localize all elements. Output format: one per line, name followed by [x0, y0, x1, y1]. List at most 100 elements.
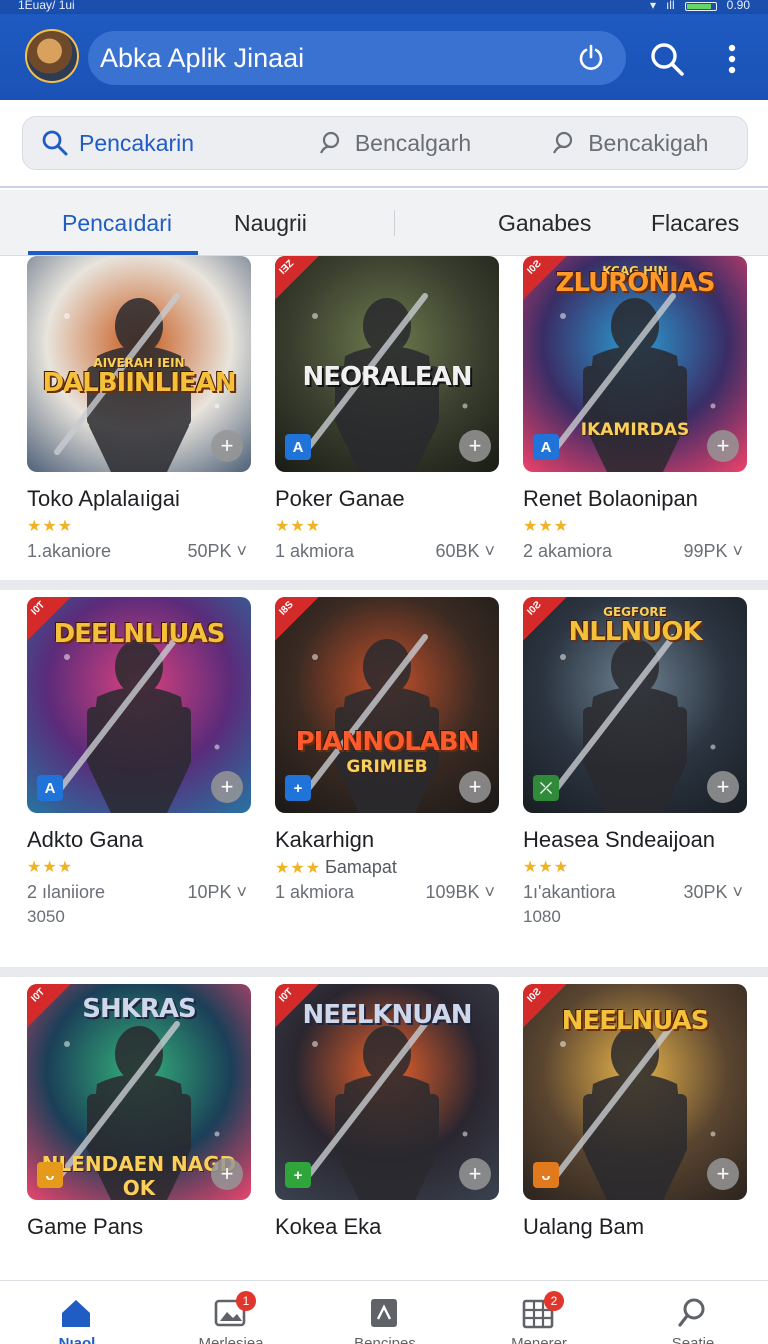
- avatar[interactable]: [25, 29, 79, 83]
- game-thumbnail[interactable]: I0Ƭ NEELKNUAN + +: [275, 984, 499, 1200]
- nav-label: Nıaol: [58, 1335, 96, 1344]
- rating-stars: ★★★: [27, 857, 73, 877]
- status-icons: ▾ ıll 0.90: [650, 0, 750, 12]
- game-size[interactable]: 60BK ˅: [435, 541, 495, 562]
- search-segment-3[interactable]: Bencakigah: [512, 117, 747, 169]
- artwork-title: NLLNUOK: [568, 617, 702, 647]
- add-icon[interactable]: +: [707, 771, 739, 803]
- game-thumbnail[interactable]: I0Ƭ SHKRAS NLENDAEN NAGD OK ᴗ +: [27, 984, 251, 1200]
- search-segment-2[interactable]: Bencalgarh: [276, 117, 511, 169]
- add-icon[interactable]: +: [459, 1158, 491, 1190]
- nav-item-image[interactable]: 1 Merlesiea: [154, 1281, 308, 1344]
- more-vert-icon[interactable]: [720, 40, 744, 78]
- nav-label: Menerer: [511, 1335, 567, 1344]
- game-size[interactable]: 50PK ˅: [187, 541, 247, 562]
- artwork-title: DEELNLIUAS: [53, 619, 226, 649]
- app-title: Abka Aplik Jinaai: [100, 43, 305, 73]
- rating-stars: ★★★: [275, 516, 321, 536]
- chevron-down-icon: ˅: [727, 882, 743, 902]
- ribbon-text: IƎZ: [277, 258, 297, 277]
- game-thumbnail[interactable]: AIVERAH IEIN DALBIINLIEAN +: [27, 256, 251, 472]
- active-tab-indicator: [28, 251, 198, 255]
- add-icon[interactable]: +: [459, 771, 491, 803]
- nav-item-search[interactable]: Seatie: [616, 1281, 768, 1344]
- bottom-navigation: Nıaol 1 Merlesiea Bencipes 2 Menerer Seatie: [0, 1280, 768, 1344]
- chevron-down-icon: ˅: [479, 541, 495, 561]
- game-thumbnail[interactable]: I0Ƨ NEELNUAS ᴗ +: [523, 984, 747, 1200]
- rating-stars: ★★★: [523, 516, 569, 536]
- rating-stars-glyphs: ★★★: [275, 860, 322, 877]
- search-segment-label: Pencakarin: [79, 129, 195, 156]
- tab-pencaidari[interactable]: Pencaıdari: [62, 190, 172, 256]
- game-size[interactable]: 10PK ˅: [187, 882, 247, 903]
- platform-badge-icon: A: [37, 775, 63, 801]
- status-bar: 1Euay/ 1ui ▾ ıll 0.90: [0, 0, 768, 14]
- add-icon[interactable]: +: [211, 430, 243, 462]
- game-title[interactable]: Ualang Bam: [523, 1214, 644, 1240]
- tab-ganabes[interactable]: Ganabes: [498, 190, 591, 256]
- rating-stars: ★★★: [523, 857, 569, 877]
- add-icon[interactable]: +: [211, 771, 243, 803]
- platform-badge-icon: A: [285, 434, 311, 460]
- power-icon[interactable]: [576, 43, 606, 73]
- platform-badge-icon: +: [285, 1162, 311, 1188]
- nav-item-grid[interactable]: 2 Menerer: [462, 1281, 616, 1344]
- new-ribbon: I8S: [275, 597, 319, 641]
- game-size[interactable]: 99PK ˅: [683, 541, 743, 562]
- search-icon: [42, 130, 68, 156]
- chevron-down-icon: ˅: [231, 882, 247, 902]
- rating-stars-glyphs: ★★★: [27, 518, 74, 535]
- nav-label: Merlesiea: [198, 1335, 264, 1344]
- rating-stars: ★★★: [27, 516, 73, 536]
- add-icon[interactable]: +: [707, 430, 739, 462]
- artwork-title: PIANNOLABN: [295, 727, 480, 757]
- game-title[interactable]: Kokea Eka: [275, 1214, 381, 1240]
- chevron-down-icon: ˅: [231, 541, 247, 561]
- tab-flacares[interactable]: Flacares: [651, 190, 739, 256]
- game-title[interactable]: Adkto Gana: [27, 827, 143, 853]
- game-title[interactable]: Toko Aplalaıigai: [27, 486, 180, 512]
- title-pill[interactable]: Abka Aplik Jinaai: [88, 31, 626, 85]
- search-icon: [678, 1298, 705, 1327]
- home-icon: [62, 1300, 90, 1327]
- artwork-title: DALBIINLIEAN: [42, 368, 236, 398]
- ribbon-text: I0Ƨ: [525, 986, 544, 1005]
- user-search-icon: [319, 131, 339, 154]
- row-separator: [0, 967, 768, 977]
- platform-badge-icon: ᴗ: [37, 1162, 63, 1188]
- app-bar: Abka Aplik Jinaai: [0, 14, 768, 100]
- user-search-icon: [553, 131, 573, 154]
- search-segment-1[interactable]: Pencakarin: [23, 117, 276, 169]
- search-segment-label: Bencalgarh: [354, 129, 472, 156]
- game-thumbnail[interactable]: I0Ƨ KCAG HIN ZLURONIAS IKAMIRDAS A +: [523, 256, 747, 472]
- artwork-title: NEELNUAS: [561, 1006, 710, 1036]
- game-thumbnail[interactable]: I0Ƨ GEGFORE NLLNUOK ⤫ +: [523, 597, 747, 813]
- chevron-down-icon: ˅: [727, 541, 743, 561]
- artwork-title: SHKRAS: [82, 994, 197, 1024]
- download-count: 1ı'akantiora: [523, 882, 616, 902]
- game-title[interactable]: Poker Ganae: [275, 486, 405, 512]
- game-thumbnail[interactable]: IƎZ NEORALEAN A +: [275, 256, 499, 472]
- game-title[interactable]: Heasea Sndeaijoan: [523, 827, 715, 853]
- game-title[interactable]: Renet Bolaonipan: [523, 486, 698, 512]
- rating-stars-glyphs: ★★★: [523, 859, 570, 876]
- game-title[interactable]: Game Pans: [27, 1214, 143, 1240]
- nav-item-home[interactable]: Nıaol: [0, 1281, 154, 1344]
- search-area: Pencakarin Bencalgarh Bencakigah: [0, 100, 768, 188]
- nav-item-book[interactable]: Bencipes: [308, 1281, 462, 1344]
- nav-label: Bencipes: [354, 1335, 416, 1344]
- tab-naugrii[interactable]: Naugrii: [234, 190, 307, 256]
- game-size[interactable]: 109BK ˅: [425, 882, 495, 903]
- add-icon[interactable]: +: [459, 430, 491, 462]
- add-icon[interactable]: +: [707, 1158, 739, 1190]
- add-icon[interactable]: +: [211, 1158, 243, 1190]
- signal-icon: ıll: [665, 0, 675, 12]
- platform-badge-icon: A: [533, 434, 559, 460]
- notification-badge: 1: [236, 1291, 256, 1311]
- game-title[interactable]: Kakarhign: [275, 827, 374, 853]
- artwork-title: NEELKNUAN: [302, 1000, 473, 1030]
- game-size[interactable]: 30PK ˅: [683, 882, 743, 903]
- game-thumbnail[interactable]: I0Ƭ DEELNLIUAS A +: [27, 597, 251, 813]
- game-thumbnail[interactable]: I8S PIANNOLABN GRIMIEB + +: [275, 597, 499, 813]
- search-icon[interactable]: [648, 40, 686, 78]
